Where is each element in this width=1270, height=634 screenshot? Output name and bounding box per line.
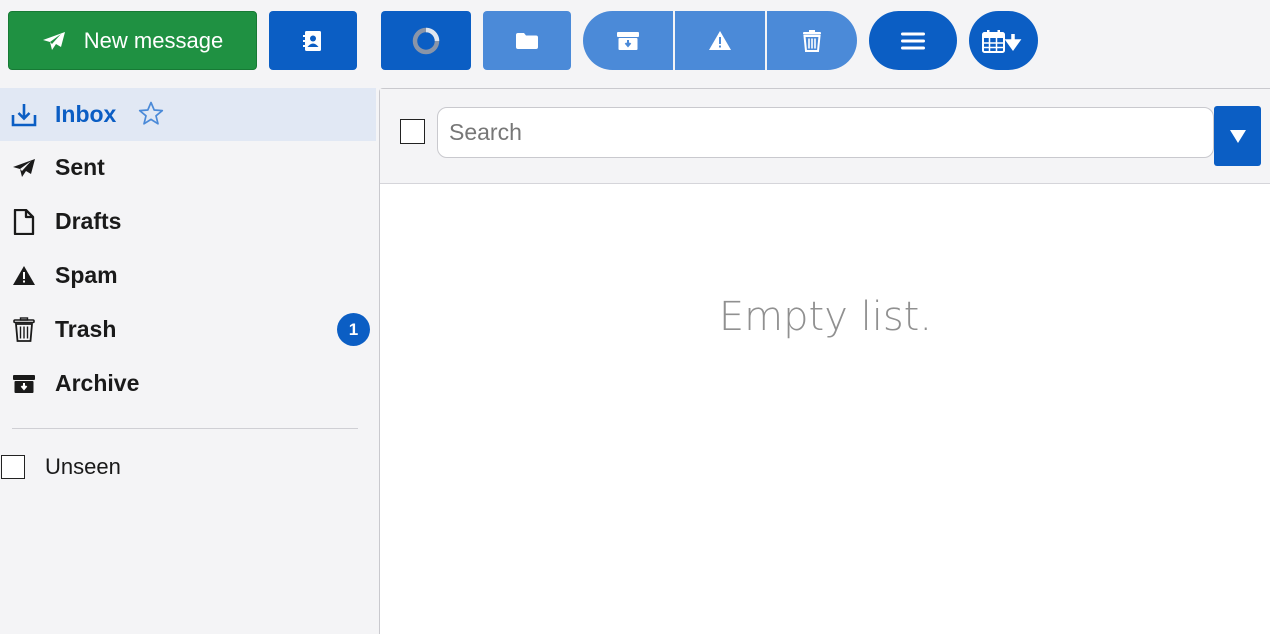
folder-drafts[interactable]: Drafts	[0, 195, 376, 248]
message-list-panel: Empty list.	[379, 88, 1270, 634]
calendar-download-icon	[981, 29, 1021, 53]
contacts-button[interactable]	[269, 11, 357, 70]
refresh-button[interactable]	[381, 11, 471, 70]
unread-count-badge: 1	[337, 313, 370, 346]
paper-plane-icon	[11, 155, 37, 181]
folder-label: Drafts	[55, 208, 122, 234]
sidebar-divider	[12, 428, 358, 429]
warning-icon	[11, 263, 37, 289]
hamburger-icon	[901, 32, 925, 49]
folder-spam[interactable]: Spam	[0, 249, 376, 302]
document-icon	[11, 208, 37, 235]
folder-inbox[interactable]: Inbox	[0, 88, 376, 141]
folder-sidebar: Inbox Sent Drafts Spam Trash 1 Archive U…	[0, 88, 376, 634]
folder-sent[interactable]: Sent	[0, 141, 376, 194]
empty-list-message: Empty list.	[718, 294, 933, 340]
folder-label: Archive	[55, 370, 140, 396]
folder-label: Trash	[55, 316, 117, 342]
new-message-label: New message	[83, 27, 224, 53]
star-icon[interactable]	[138, 101, 164, 132]
calendar-download-button[interactable]	[969, 11, 1038, 70]
folder-label: Inbox	[55, 101, 117, 127]
archive-button[interactable]	[583, 11, 673, 70]
folder-trash[interactable]: Trash 1	[0, 303, 376, 356]
mark-spam-button[interactable]	[673, 11, 765, 70]
inbox-download-icon	[11, 102, 37, 128]
folder-archive[interactable]: Archive	[0, 357, 376, 410]
unseen-filter[interactable]: Unseen	[1, 452, 121, 482]
folder-icon	[516, 32, 538, 49]
triangle-down-icon	[1229, 129, 1246, 143]
trash-icon	[11, 316, 37, 343]
toolbar: New message	[0, 0, 1270, 82]
warning-icon	[709, 31, 731, 50]
address-book-icon	[303, 30, 321, 51]
search-options-button[interactable]	[1214, 106, 1261, 166]
select-all-checkbox[interactable]	[400, 119, 425, 144]
message-actions-group	[583, 11, 857, 70]
folder-label: Sent	[55, 154, 105, 180]
move-to-folder-button[interactable]	[483, 11, 571, 70]
folder-label: Spam	[55, 262, 118, 288]
paper-plane-icon	[42, 31, 65, 50]
menu-button[interactable]	[869, 11, 957, 70]
spinner-icon	[412, 27, 440, 54]
new-message-button[interactable]: New message	[8, 11, 257, 70]
search-input[interactable]	[437, 107, 1214, 158]
archive-icon	[617, 31, 639, 50]
unseen-label: Unseen	[45, 454, 121, 479]
archive-icon	[11, 371, 37, 397]
search-bar	[380, 89, 1270, 184]
trash-icon	[803, 29, 821, 52]
unseen-checkbox[interactable]	[1, 455, 25, 479]
delete-button[interactable]	[765, 11, 857, 70]
